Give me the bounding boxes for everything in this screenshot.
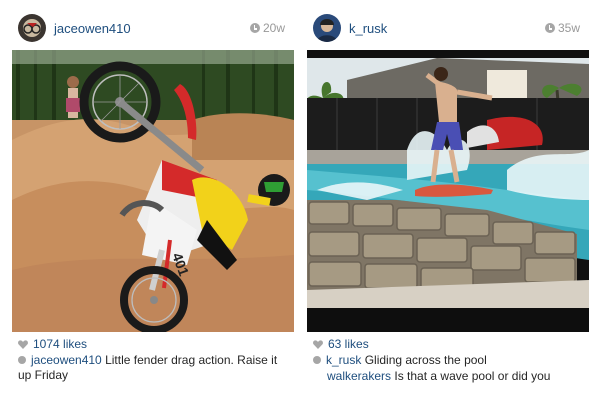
post-comment: walkerakers Is that a wave pool or did y… xyxy=(313,369,584,384)
feed-post: k_rusk 35w 63 likes k_rusk Gliding acros… xyxy=(305,0,590,400)
post-header: k_rusk 35w xyxy=(305,12,590,44)
caption-text: Gliding across the pool xyxy=(364,353,487,367)
comment-text: Is that a wave pool or did you xyxy=(394,369,551,383)
caption-username[interactable]: k_rusk xyxy=(326,353,361,367)
post-header: jaceowen410 20w xyxy=(10,12,295,44)
comment-username[interactable]: walkerakers xyxy=(327,369,391,383)
comment-bubble-icon xyxy=(313,356,321,364)
post-caption: jaceowen410 Little fender drag action. R… xyxy=(18,353,289,383)
caption-username[interactable]: jaceowen410 xyxy=(31,353,102,367)
feed-post: jaceowen410 20w 401 1074 likes jaceowen4… xyxy=(10,0,295,400)
heart-icon xyxy=(313,340,323,349)
post-time: 20w xyxy=(249,21,285,35)
post-time-value: 35w xyxy=(557,21,580,35)
post-likes[interactable]: 63 likes xyxy=(313,337,369,351)
post-time: 35w xyxy=(544,21,580,35)
clock-icon xyxy=(249,23,260,33)
heart-icon xyxy=(18,340,28,349)
clock-icon xyxy=(544,23,555,33)
avatar[interactable] xyxy=(313,14,341,42)
post-time-value: 20w xyxy=(262,21,285,35)
comment-bubble-icon xyxy=(18,356,26,364)
likes-count: 63 likes xyxy=(328,337,369,351)
post-photo[interactable] xyxy=(307,50,589,332)
post-caption: k_rusk Gliding across the pool xyxy=(313,353,584,368)
post-photo[interactable]: 401 xyxy=(12,50,294,332)
post-username[interactable]: k_rusk xyxy=(349,21,387,36)
likes-count: 1074 likes xyxy=(33,337,88,351)
avatar[interactable] xyxy=(18,14,46,42)
post-likes[interactable]: 1074 likes xyxy=(18,337,87,351)
post-username[interactable]: jaceowen410 xyxy=(54,21,131,36)
